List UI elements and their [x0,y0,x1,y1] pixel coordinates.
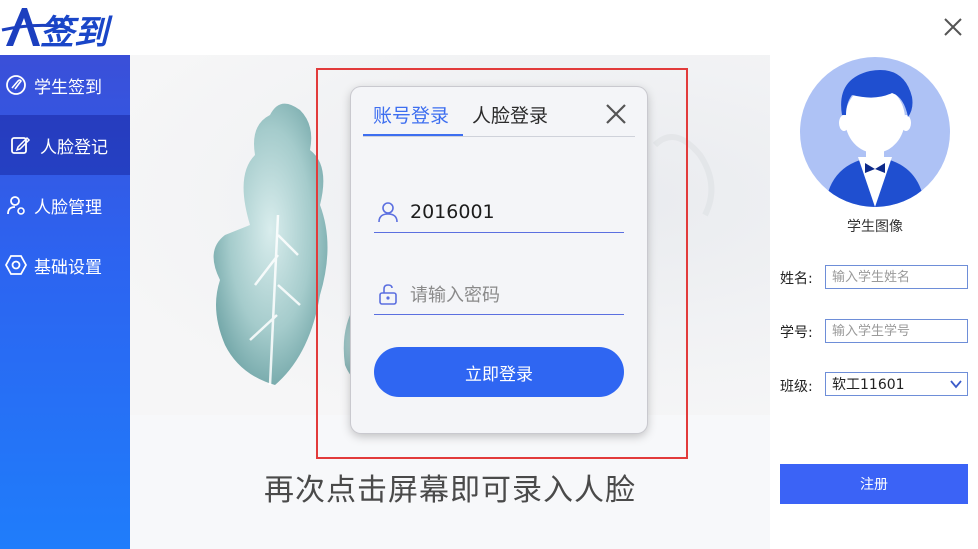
login-button[interactable]: 立即登录 [374,347,624,397]
login-dialog: 账号登录 人脸登录 2016001 请输入密码 立即登录 [351,87,647,433]
avatar [800,57,950,207]
sidebar-item-face-register[interactable]: 人脸登记 [0,115,130,175]
sidebar-item-student-signin[interactable]: 学生签到 [0,55,130,115]
name-label: 姓名: [780,271,813,287]
app-logo: 签到 [0,0,130,55]
logo-graphic: 签到 [1,8,113,53]
tab-active-indicator [363,134,463,136]
name-input[interactable] [825,265,968,289]
register-button[interactable]: 注册 [780,464,968,504]
password-placeholder: 请输入密码 [410,284,500,306]
username-value: 2016001 [410,200,495,223]
capture-hint-text: 再次点击屏幕即可录入人脸 [264,473,636,508]
class-label: 班级: [780,379,813,395]
lock-icon [374,280,402,308]
hexagon-settings-icon [4,253,28,277]
password-field[interactable]: 请输入密码 [374,273,624,315]
class-select-value: 软工11601 [832,377,905,393]
avatar-label: 学生图像 [847,219,903,235]
svg-text:签到: 签到 [40,13,113,53]
register-form-icon [8,133,32,157]
sidebar-item-label: 人脸管理 [34,197,102,218]
sidebar-item-basic-settings[interactable]: 基础设置 [0,235,130,295]
dialog-close-icon[interactable] [603,101,629,127]
window-close-icon[interactable] [942,16,964,38]
sign-in-icon [4,73,28,97]
tab-face-login[interactable]: 人脸登录 [472,101,548,128]
student-id-label: 学号: [780,325,813,341]
class-select[interactable]: 软工11601 [825,372,968,396]
sidebar-item-label: 学生签到 [34,77,102,98]
sidebar: 学生签到 人脸登记 人脸管理 基础设置 [0,55,130,549]
tab-account-login[interactable]: 账号登录 [373,101,449,128]
student-id-input[interactable] [825,319,968,343]
sidebar-item-face-manage[interactable]: 人脸管理 [0,175,130,235]
tab-divider [363,136,635,137]
sidebar-item-label: 人脸登记 [40,137,108,158]
chevron-down-icon [949,377,963,391]
username-field[interactable]: 2016001 [374,191,624,233]
user-icon [374,198,402,226]
user-settings-icon [4,193,28,217]
sidebar-item-label: 基础设置 [34,257,102,278]
student-avatar-icon [825,70,925,207]
